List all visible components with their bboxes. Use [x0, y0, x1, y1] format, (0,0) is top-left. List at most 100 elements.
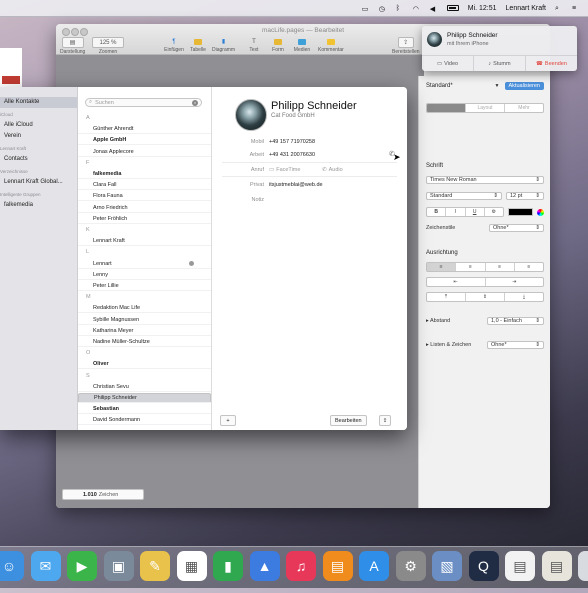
- align-justify-button[interactable]: ≡: [515, 263, 543, 271]
- list-item[interactable]: Redaktion Mac Life: [78, 303, 211, 314]
- sidebar-item[interactable]: falkemedia: [4, 202, 33, 208]
- menubar-clock[interactable]: Mi. 12:51: [468, 5, 497, 12]
- italic-button[interactable]: I: [446, 208, 466, 216]
- notes-icon[interactable]: ✎: [140, 551, 170, 581]
- trash-icon[interactable]: ▯: [578, 551, 588, 581]
- bold-button[interactable]: B: [427, 208, 447, 216]
- phone-work[interactable]: +49 431 20076630: [269, 152, 315, 158]
- toolbar-text[interactable]: T Text: [244, 37, 264, 54]
- photos-icon[interactable]: ▣: [103, 551, 134, 581]
- tab-more[interactable]: Mehr: [505, 104, 543, 112]
- video-button[interactable]: ▭ Video: [422, 56, 474, 71]
- bullets-select[interactable]: Ohne* ⇕: [487, 341, 544, 349]
- color-wheel-icon[interactable]: [537, 208, 544, 216]
- list-item[interactable]: falkemedia: [78, 169, 211, 179]
- bullets-disclosure[interactable]: ▸ Listen & Zeichen: [426, 342, 471, 348]
- toolbar-shape[interactable]: Form: [268, 37, 288, 53]
- battery-icon[interactable]: [446, 5, 459, 11]
- toolbar-table[interactable]: Tabelle: [188, 37, 208, 53]
- list-item[interactable]: Sebastian: [78, 404, 211, 415]
- airplay-icon[interactable]: ▭: [362, 5, 370, 13]
- font-family-select[interactable]: Times New Roman ⇕: [426, 176, 544, 184]
- toolbar-share[interactable]: ⇪ Bereitstellen: [392, 37, 420, 55]
- preview-icon[interactable]: ▧: [432, 551, 462, 581]
- clear-icon[interactable]: ×: [192, 99, 198, 106]
- toolbar-view[interactable]: ▤ Darstellung: [60, 37, 85, 55]
- system-preferences-icon[interactable]: ⚙: [395, 551, 426, 581]
- list-item[interactable]: Christian Sevu: [78, 382, 211, 392]
- list-item[interactable]: Philipp Schneider: [78, 393, 211, 403]
- spacing-disclosure[interactable]: ▸ Abstand: [426, 318, 450, 324]
- align-middle-button[interactable]: ⇕: [466, 293, 505, 301]
- edit-button[interactable]: Bearbeiten: [330, 415, 367, 426]
- toolbar-insert[interactable]: ¶ Einfügen: [164, 37, 184, 54]
- list-item[interactable]: Peter Lillie: [78, 281, 211, 291]
- sidebar-item[interactable]: Alle Kontakte: [4, 99, 39, 105]
- time-machine-icon[interactable]: ◷: [379, 5, 387, 13]
- toolbar-zoom[interactable]: 125 % Zoomen: [92, 37, 124, 55]
- tab-layout[interactable]: Layout: [466, 104, 505, 112]
- list-item[interactable]: Nadine Müller-Schultze: [78, 337, 211, 347]
- volume-icon[interactable]: ◀: [430, 5, 438, 13]
- word-count[interactable]: 1.010 Zeichen: [62, 489, 144, 500]
- list-item[interactable]: Jonas Applecore: [78, 147, 211, 157]
- text-color-well[interactable]: [508, 208, 533, 216]
- toolbar-media[interactable]: Medien: [292, 37, 312, 53]
- facetime-button[interactable]: ▭ FaceTime: [269, 167, 300, 173]
- indent-button[interactable]: ⇥: [486, 278, 544, 286]
- underline-button[interactable]: U: [466, 208, 485, 216]
- list-item[interactable]: Lenny: [78, 270, 211, 280]
- phone-mobile[interactable]: +49 157 71970258: [269, 139, 315, 145]
- paragraph-style[interactable]: Standard*: [426, 83, 453, 89]
- audio-call-button[interactable]: ✆ Audio: [322, 167, 343, 173]
- sidebar-item[interactable]: Verein: [4, 133, 21, 139]
- align-top-button[interactable]: ⤒: [427, 293, 466, 301]
- list-item[interactable]: Lennart Kraft: [78, 236, 211, 247]
- document2-icon[interactable]: ▤: [541, 551, 572, 581]
- list-item[interactable]: Sybille Magnussen: [78, 315, 211, 325]
- outdent-button[interactable]: ⇤: [427, 278, 486, 286]
- end-call-button[interactable]: ☎ Beenden: [526, 56, 577, 71]
- sidebar-item[interactable]: Lennart Kraft Global...: [4, 179, 63, 185]
- font-style-select[interactable]: Standard ⇕: [426, 192, 502, 200]
- list-item[interactable]: Peter Fröhlich: [78, 214, 211, 224]
- mute-button[interactable]: ♪ Stumm: [474, 56, 526, 71]
- zoom-select[interactable]: 125 %: [92, 37, 124, 48]
- toolbar-chart[interactable]: ▮ Diagramm: [212, 37, 235, 53]
- contact-list-scroll[interactable]: A Günther Ahrendt Apple GmbH Jonas Applecor…: [78, 113, 211, 430]
- note-label[interactable]: Notiz: [224, 197, 264, 203]
- search-input[interactable]: Suchen: [95, 100, 114, 106]
- list-item[interactable]: Arno Friedrich: [78, 203, 211, 213]
- sidebar-item[interactable]: Contacts: [4, 156, 28, 162]
- update-style-button[interactable]: Aktualisieren: [504, 82, 544, 90]
- ibooks-icon[interactable]: ▤: [322, 551, 353, 581]
- bluetooth-icon[interactable]: ᛒ: [396, 5, 404, 12]
- list-item[interactable]: Apple GmbH: [78, 135, 211, 146]
- finder-icon[interactable]: ☺: [0, 551, 24, 581]
- char-styles-select[interactable]: Ohne* ⇕: [489, 224, 544, 232]
- align-center-button[interactable]: ≡: [456, 263, 486, 271]
- align-left-button[interactable]: ≡: [427, 263, 457, 271]
- keynote-icon[interactable]: ▲: [249, 551, 280, 581]
- facetime-icon[interactable]: ▶: [67, 551, 97, 581]
- toolbar-comment[interactable]: Kommentar: [318, 37, 344, 53]
- avatar[interactable]: [235, 99, 267, 131]
- spotlight-icon[interactable]: ⌕: [555, 5, 563, 12]
- appstore-icon[interactable]: A: [359, 551, 389, 581]
- list-item[interactable]: Katharina Meyer: [78, 326, 211, 336]
- align-bottom-button[interactable]: ⤓: [505, 293, 543, 301]
- tab-style[interactable]: Stil: [427, 104, 466, 112]
- list-item[interactable]: Günther Ahrendt: [78, 124, 211, 135]
- list-item[interactable]: Flora Fauna: [78, 191, 211, 202]
- quicktime-icon[interactable]: Q: [468, 551, 499, 581]
- sidebar-item[interactable]: Alle iCloud: [4, 122, 33, 128]
- messages-icon[interactable]: ✉: [30, 551, 61, 581]
- list-item[interactable]: Clara Fall: [78, 180, 211, 191]
- align-right-button[interactable]: ≡: [486, 263, 515, 271]
- menubar-user[interactable]: Lennart Kraft: [506, 5, 546, 12]
- wifi-icon[interactable]: ◠: [413, 5, 421, 13]
- list-item[interactable]: Oliver: [78, 359, 211, 370]
- numbers-icon[interactable]: ▮: [213, 551, 243, 581]
- itunes-icon[interactable]: ♫: [286, 551, 316, 581]
- search-field[interactable]: ⌕ Suchen ×: [85, 98, 202, 107]
